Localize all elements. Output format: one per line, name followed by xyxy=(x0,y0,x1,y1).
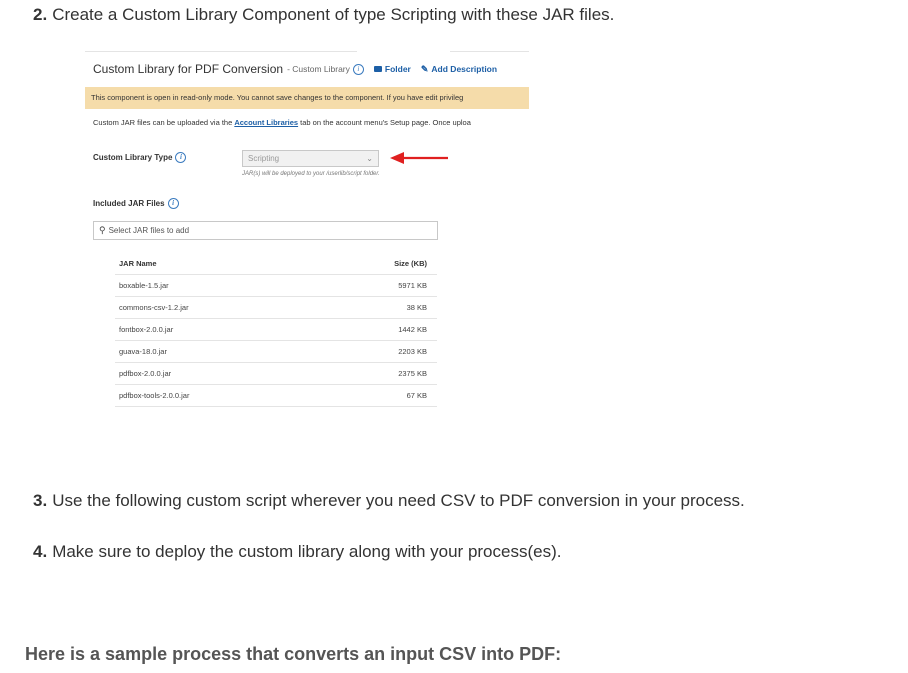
table-row: boxable-1.5.jar 5971 KB xyxy=(115,275,437,297)
red-arrow-annotation xyxy=(390,152,448,164)
search-placeholder: Select JAR files to add xyxy=(108,226,190,235)
upload-text: Custom JAR files can be uploaded via the xyxy=(93,118,235,127)
select-value: Scripting xyxy=(248,154,280,163)
table-row: pdfbox-tools-2.0.0.jar 67 KB xyxy=(115,385,437,407)
jar-search-input[interactable]: ⚲ Select JAR files to add xyxy=(93,221,438,240)
jar-size: 38 KB xyxy=(406,303,427,312)
info-icon[interactable]: i xyxy=(167,198,179,209)
jar-size: 5971 KB xyxy=(398,281,427,290)
folder-link-label: Folder xyxy=(384,64,411,74)
upload-info: Custom JAR files can be uploaded via the… xyxy=(93,118,471,127)
table-row: commons-csv-1.2.jar 38 KB xyxy=(115,297,437,319)
table-row: pdfbox-2.0.0.jar 2375 KB xyxy=(115,363,437,385)
jar-name: pdfbox-tools-2.0.0.jar xyxy=(119,391,190,400)
folder-icon xyxy=(373,66,382,72)
jar-size: 2203 KB xyxy=(398,347,427,356)
step-number: 4. xyxy=(33,542,48,561)
step-text: Use the following custom script wherever… xyxy=(52,491,745,510)
chevron-down-icon: ⌄ xyxy=(366,154,373,163)
divider xyxy=(85,51,357,52)
jar-name-header: JAR Name xyxy=(119,259,157,268)
table-row: fontbox-2.0.0.jar 1442 KB xyxy=(115,319,437,341)
search-icon: ⚲ xyxy=(99,225,106,235)
folder-link[interactable]: Folder xyxy=(373,64,411,74)
step-3: 3. Use the following custom script wherev… xyxy=(33,491,745,511)
pencil-icon: ✎ xyxy=(420,63,429,74)
jar-size: 1442 KB xyxy=(398,325,427,334)
custom-library-type-select[interactable]: Scripting ⌄ xyxy=(242,150,379,167)
add-description-link[interactable]: ✎ Add Description xyxy=(421,64,497,75)
readonly-banner: This component is open in read-only mode… xyxy=(85,87,529,109)
step-4: 4. Make sure to deploy the custom library… xyxy=(33,542,561,562)
jar-size: 67 KB xyxy=(406,391,427,400)
info-icon[interactable]: i xyxy=(352,63,364,75)
step-text: Make sure to deploy the custom library a… xyxy=(52,542,562,561)
component-header: Custom Library for PDF Conversion - Cust… xyxy=(93,62,497,76)
jar-table: JAR Name Size (KB) boxable-1.5.jar 5971 K… xyxy=(115,253,437,407)
sample-heading: Here is a sample process that converts a… xyxy=(25,644,562,664)
step-text: Create a Custom Library Component of typ… xyxy=(52,5,615,24)
jar-name: pdfbox-2.0.0.jar xyxy=(119,369,172,378)
embedded-screenshot: Custom Library for PDF Conversion - Cust… xyxy=(85,50,529,420)
table-row: guava-18.0.jar 2203 KB xyxy=(115,341,437,363)
jar-name: fontbox-2.0.0.jar xyxy=(119,325,174,334)
account-libraries-link[interactable]: Account Libraries xyxy=(234,118,298,127)
upload-text: tab on the account menu's Setup page. On… xyxy=(298,118,471,127)
jar-size: 2375 KB xyxy=(398,369,427,378)
included-jar-files-text: Included JAR Files xyxy=(93,199,165,208)
table-header: JAR Name Size (KB) xyxy=(115,253,437,275)
step-number: 2. xyxy=(33,5,48,24)
included-jar-files-label: Included JAR Files i xyxy=(93,198,179,209)
info-icon[interactable]: i xyxy=(175,152,187,163)
step-2: 2. Create a Custom Library Component of t… xyxy=(33,5,614,25)
type-hint: JAR(s) will be deployed to your /userlib… xyxy=(242,171,380,177)
jar-name: guava-18.0.jar xyxy=(119,347,167,356)
custom-library-type-text: Custom Library Type xyxy=(93,153,173,162)
component-subtitle: - Custom Library xyxy=(287,64,350,74)
add-description-label: Add Description xyxy=(431,64,498,74)
step-number: 3. xyxy=(33,491,48,510)
jar-name: boxable-1.5.jar xyxy=(119,281,169,290)
size-header: Size (KB) xyxy=(394,259,427,268)
custom-library-type-label: Custom Library Type i xyxy=(93,152,187,163)
divider xyxy=(450,51,529,52)
component-title: Custom Library for PDF Conversion xyxy=(93,62,284,76)
jar-name: commons-csv-1.2.jar xyxy=(119,303,189,312)
